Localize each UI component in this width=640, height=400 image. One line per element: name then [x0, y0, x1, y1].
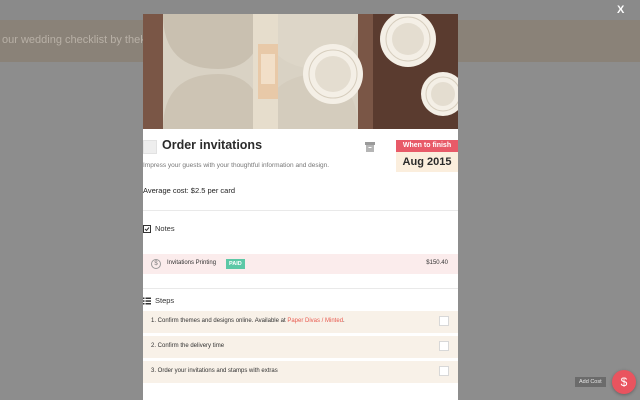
note-item[interactable]: $ Invitations Printing PAID $150.40	[143, 254, 458, 274]
complete-task-checkbox[interactable]	[143, 140, 157, 154]
step-checkbox[interactable]	[439, 316, 449, 326]
notes-heading-label: Notes	[155, 224, 175, 233]
dollar-icon: $	[151, 259, 161, 269]
add-cost-tooltip: Add Cost	[575, 377, 606, 387]
paid-badge: PAID	[226, 259, 245, 269]
step-checkbox[interactable]	[439, 341, 449, 351]
when-to-finish-label: When to finish	[396, 140, 458, 152]
step-text-part: .	[343, 318, 345, 324]
step-text: 3. Order your invitations and stamps wit…	[151, 368, 278, 374]
divider	[143, 288, 458, 289]
note-amount: $150.40	[426, 260, 448, 266]
step-text: 2. Confirm the delivery time	[151, 343, 225, 349]
minted-link[interactable]: Minted	[325, 318, 343, 324]
step-checkbox[interactable]	[439, 366, 449, 376]
checkmark-icon	[143, 224, 151, 233]
step-item[interactable]: 3. Order your invitations and stamps wit…	[143, 361, 458, 383]
notes-heading: Notes	[143, 224, 175, 233]
average-cost: Average cost: $2.5 per card	[143, 186, 235, 195]
task-description: Impress your guests with your thoughtful…	[143, 162, 330, 169]
step-item[interactable]: 2. Confirm the delivery time	[143, 336, 458, 358]
add-cost-button[interactable]: $	[612, 370, 636, 394]
hero-image	[143, 14, 458, 129]
close-button[interactable]: X	[617, 4, 624, 16]
paper-divas-link[interactable]: Paper Divas	[287, 318, 320, 324]
archive-icon[interactable]	[365, 142, 375, 152]
step-item[interactable]: 1. Confirm themes and designs online. Av…	[143, 311, 458, 333]
note-label: Invitations Printing	[167, 260, 217, 266]
task-title: Order invitations	[162, 138, 263, 152]
when-to-finish-date[interactable]: Aug 2015	[396, 152, 458, 172]
step-text: 1. Confirm themes and designs online. Av…	[151, 318, 345, 324]
task-modal: Order invitations When to finish Aug 201…	[143, 14, 458, 400]
steps-heading: Steps	[143, 296, 174, 305]
list-icon	[143, 297, 151, 304]
steps-heading-label: Steps	[155, 296, 175, 305]
step-text-part: 1. Confirm themes and designs online. Av…	[151, 318, 288, 324]
divider	[143, 210, 458, 211]
